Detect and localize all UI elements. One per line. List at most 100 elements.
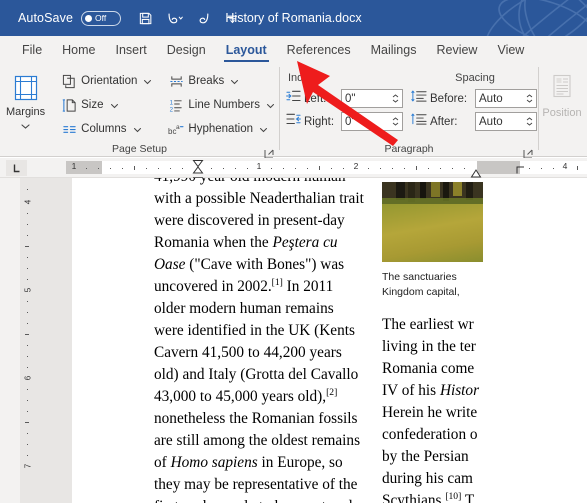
autosave-toggle-knob (85, 14, 93, 22)
tab-stop-selector[interactable] (6, 160, 27, 176)
photo-caption-line-2: Kingdom capital, (382, 286, 460, 298)
indent-header: Indent (288, 72, 319, 84)
right-column-paragraph: The earliest wr living in the ter Romani… (382, 316, 480, 503)
columns-label: Columns (81, 123, 127, 135)
save-icon[interactable] (136, 9, 155, 28)
tab-review[interactable]: Review (426, 36, 487, 63)
ribbon: Margins Orientation Size Columns Breaks … (0, 63, 587, 159)
indent-right-input[interactable]: 0" (341, 112, 403, 131)
size-label: Size (81, 99, 104, 111)
indent-section: Indent Left: 0" Right: 0" (286, 70, 403, 133)
spacing-after-spinner[interactable] (526, 117, 536, 126)
svg-text:1: 1 (169, 99, 173, 106)
tab-design[interactable]: Design (157, 36, 216, 63)
v-ruler-number-5: 5 (23, 287, 33, 293)
indent-left-input[interactable]: 0" (341, 89, 403, 108)
redo-icon[interactable] (194, 9, 213, 28)
ruler-number-2: 1 (256, 161, 262, 171)
hyphenation-label: Hyphenation (188, 123, 253, 135)
ruler-track[interactable]: 1 1 2 4 (36, 158, 587, 184)
group-title-arrange (539, 141, 587, 157)
position-label: Position (542, 107, 582, 119)
tab-layout[interactable]: Layout (216, 36, 277, 63)
horizontal-ruler[interactable]: 1 1 2 4 (0, 158, 587, 184)
tab-mailings[interactable]: Mailings (361, 36, 427, 63)
document-right-column[interactable]: The sanctuaries Kingdom capital, The ear… (382, 178, 587, 503)
autosave-toggle[interactable]: Off (81, 10, 122, 26)
v-ruler-number-7: 7 (23, 463, 33, 469)
paragraph-dialog-launcher[interactable] (523, 146, 533, 159)
grassy-field-with-stone-pillars-photo[interactable] (382, 182, 483, 262)
document-left-column[interactable]: 41,990 year old modern human remains wit… (154, 178, 364, 503)
breaks-label: Breaks (188, 75, 225, 87)
orientation-label: Orientation (81, 75, 138, 87)
group-title-paragraph: Paragraph (384, 143, 434, 155)
margins-button[interactable]: Margins (0, 68, 51, 135)
spacing-before-input[interactable]: Auto (475, 89, 537, 108)
tab-insert[interactable]: Insert (106, 36, 157, 63)
page-setup-column-2: Breaks 1 2 Line Numbers bc a Hyphenation (164, 68, 279, 140)
chevron-down-icon[interactable] (110, 96, 119, 114)
orientation-button[interactable]: Orientation (57, 70, 156, 92)
document-page[interactable]: 41,990 year old modern human remains wit… (72, 178, 587, 503)
indent-left-icon (286, 89, 301, 108)
left-column-paragraph: with a possible Neaderthalian trait were… (154, 190, 364, 503)
autosave-state-label: Off (95, 12, 107, 23)
spacing-after-input[interactable]: Auto (475, 112, 537, 131)
spacing-after-row: After: Auto (411, 110, 537, 133)
tab-view[interactable]: View (487, 36, 534, 63)
spacing-section: Spacing Before: Auto After: Auto (411, 70, 537, 133)
line-numbers-button[interactable]: 1 2 Line Numbers (164, 94, 279, 116)
chevron-down-icon[interactable] (20, 117, 31, 135)
indent-right-icon (286, 112, 301, 131)
ribbon-group-page-setup: Margins Orientation Size Columns Breaks … (0, 63, 279, 159)
footnote-ref-1[interactable]: [1] (272, 277, 283, 288)
document-canvas[interactable]: 41,990 year old modern human remains wit… (36, 178, 587, 503)
chevron-down-icon[interactable] (259, 120, 268, 138)
position-button[interactable]: Position (539, 68, 585, 119)
ruler-number-1: 1 (71, 161, 77, 171)
tab-references[interactable]: References (277, 36, 361, 63)
footnote-ref-2[interactable]: [2] (326, 387, 337, 398)
spacing-after-value: Auto (479, 115, 503, 128)
indent-left-label: Left: (304, 92, 327, 105)
footnote-ref-10[interactable]: [10] (445, 491, 461, 502)
spacing-before-spinner[interactable] (526, 94, 536, 103)
indent-right-row: Right: 0" (286, 110, 403, 133)
tab-home[interactable]: Home (52, 36, 105, 63)
spacing-after-icon (411, 112, 427, 131)
clipped-top-line: 41,990 year old modern human remains (154, 178, 364, 188)
chevron-down-icon[interactable] (230, 72, 239, 90)
indent-left-row: Left: 0" (286, 87, 403, 110)
undo-icon[interactable] (165, 9, 184, 28)
size-button[interactable]: Size (57, 94, 156, 116)
svg-text:a: a (176, 124, 180, 131)
indent-left-value: 0" (345, 92, 356, 105)
page-setup-dialog-launcher[interactable] (264, 146, 274, 159)
chevron-down-icon[interactable] (133, 120, 142, 138)
spacing-header: Spacing (455, 72, 495, 84)
photo-caption-line-1: The sanctuaries (382, 271, 457, 283)
breaks-button[interactable]: Breaks (164, 70, 279, 92)
tab-file[interactable]: File (12, 36, 52, 63)
line-numbers-label: Line Numbers (188, 99, 260, 111)
customize-quick-access-icon[interactable] (223, 9, 242, 28)
autosave-label: AutoSave (18, 11, 74, 25)
chevron-down-icon[interactable] (266, 96, 275, 114)
indent-right-spinner[interactable] (392, 117, 402, 126)
breaks-icon (168, 73, 184, 89)
chevron-down-icon[interactable] (143, 72, 152, 90)
hyphenation-button[interactable]: bc a Hyphenation (164, 118, 279, 140)
ruler-number-4: 4 (562, 161, 568, 171)
page-setup-column-1: Orientation Size Columns (57, 68, 156, 140)
quick-access-toolbar (136, 9, 242, 28)
columns-button[interactable]: Columns (57, 118, 156, 140)
indent-left-spinner[interactable] (392, 94, 402, 103)
hyphenation-icon: bc a (168, 121, 184, 137)
size-icon (61, 97, 77, 113)
vertical-ruler[interactable]: 4 5 6 7 (0, 178, 36, 503)
vertical-ruler-strip (20, 178, 36, 503)
orientation-icon (61, 73, 77, 89)
indent-right-value: 0" (345, 115, 356, 128)
stone-pillars-shape (382, 182, 483, 204)
